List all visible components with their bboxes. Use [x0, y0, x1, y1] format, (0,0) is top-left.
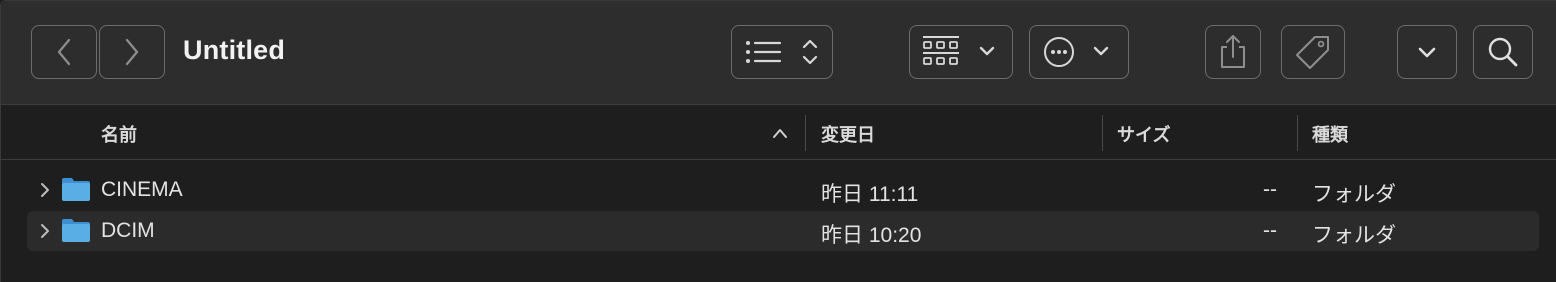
column-header: 名前 変更日 サイズ 種類 [1, 105, 1556, 160]
column-size[interactable]: サイズ [1117, 121, 1170, 147]
file-size: -- [1263, 178, 1277, 201]
share-button[interactable] [1205, 25, 1261, 79]
file-name: CINEMA [101, 178, 183, 201]
view-options-button[interactable] [731, 25, 833, 79]
file-date: 昨日 10:20 [821, 224, 922, 247]
column-date[interactable]: 変更日 [821, 121, 875, 147]
list-view-icon [746, 39, 818, 65]
file-name: DCIM [101, 219, 155, 242]
overflow-button[interactable] [1397, 25, 1457, 79]
tag-button[interactable] [1281, 25, 1345, 79]
column-separator[interactable] [805, 115, 806, 151]
share-icon [1221, 35, 1245, 68]
finder-window: Untitled 名前 変更日 サイズ 種類 CINEMA 昨日 11:11 -… [0, 0, 1556, 282]
ellipsis-circle-icon [1044, 37, 1109, 67]
search-button[interactable] [1473, 25, 1533, 79]
group-button[interactable] [909, 25, 1013, 79]
folder-icon [62, 178, 90, 201]
more-actions-button[interactable] [1029, 25, 1129, 79]
grid-group-icon [923, 36, 995, 65]
magnifier-icon [1488, 37, 1518, 67]
file-kind: フォルダ [1312, 183, 1396, 206]
file-date: 昨日 11:11 [821, 183, 919, 206]
chevron-right-icon [125, 38, 139, 66]
disclosure-triangle-icon[interactable] [39, 180, 51, 200]
file-size: -- [1263, 219, 1277, 242]
file-kind: フォルダ [1312, 224, 1396, 247]
chevron-down-icon [1418, 47, 1436, 58]
disclosure-triangle-icon[interactable] [39, 221, 51, 241]
list-item[interactable]: CINEMA 昨日 11:11 -- フォルダ [27, 170, 1539, 210]
tag-icon [1296, 36, 1329, 69]
sort-ascending-icon[interactable] [771, 127, 789, 139]
chevron-left-icon [57, 38, 71, 66]
column-name[interactable]: 名前 [101, 121, 137, 147]
toolbar: Untitled [1, 1, 1556, 105]
column-kind[interactable]: 種類 [1312, 121, 1348, 147]
forward-button[interactable] [99, 25, 165, 79]
folder-icon [62, 219, 90, 242]
column-separator[interactable] [1297, 115, 1298, 151]
window-title: Untitled [183, 35, 286, 65]
back-button[interactable] [31, 25, 97, 79]
list-item[interactable]: DCIM 昨日 10:20 -- フォルダ [27, 211, 1539, 251]
column-separator[interactable] [1102, 115, 1103, 151]
